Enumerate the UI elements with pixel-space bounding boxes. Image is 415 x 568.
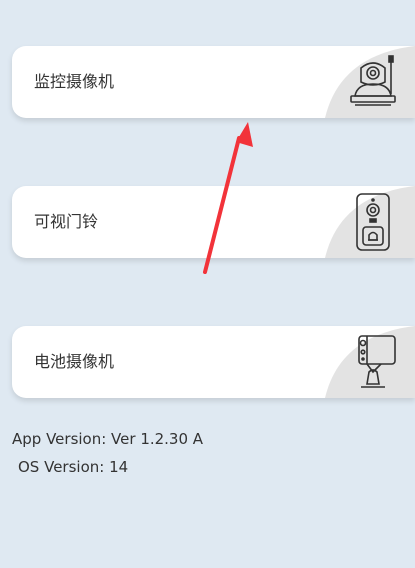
app-version-text: App Version: Ver 1.2.30 A [12, 430, 204, 448]
ptz-camera-icon [350, 55, 396, 106]
device-card-battery-camera[interactable]: 电池摄像机 [12, 326, 415, 398]
battery-camera-icon [358, 335, 396, 388]
device-card-ptz-camera[interactable]: 监控摄像机 [12, 46, 415, 118]
device-label: 电池摄像机 [34, 352, 115, 371]
device-label: 可视门铃 [34, 212, 99, 231]
doorbell-icon [356, 193, 390, 251]
device-card-doorbell[interactable]: 可视门铃 [12, 186, 415, 258]
os-version-text: OS Version: 14 [18, 458, 129, 476]
device-label: 监控摄像机 [34, 72, 115, 91]
